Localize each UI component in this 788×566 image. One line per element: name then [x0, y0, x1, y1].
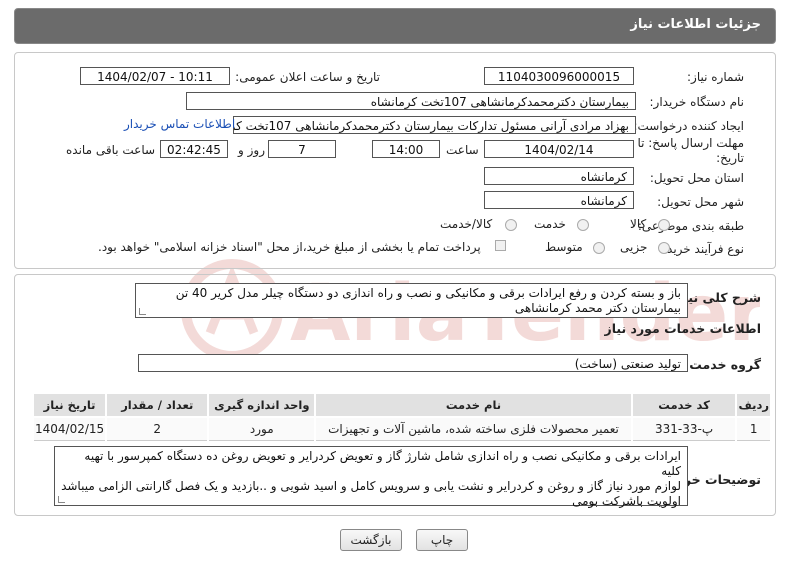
deadline-time-label: ساعت [446, 143, 479, 157]
services-table: ردیف کد خدمت نام خدمت واحد اندازه گیری ت… [31, 392, 772, 441]
category-label: طبقه بندی موضوعی: [637, 219, 744, 233]
buyer-notes-line: ایرادات برقی و مکانیکی نصب و راه اندازی … [84, 449, 681, 478]
back-button[interactable]: بازگشت [340, 529, 402, 551]
requester-label: ایجاد کننده درخواست: [633, 119, 744, 133]
need-number-field[interactable]: 1104030096000015 [484, 67, 634, 85]
need-date-cell: 1404/02/15 [31, 416, 108, 441]
resize-handle[interactable] [58, 496, 65, 503]
row-number-cell: 1 [735, 416, 772, 441]
col-date-header: تاریخ نیاز [31, 392, 108, 418]
treasury-payment-note: پرداخت تمام یا بخشی از مبلغ خرید،از محل … [98, 240, 481, 254]
service-group-field[interactable]: تولید صنعتی (ساخت) [138, 354, 688, 372]
col-qty-header: تعداد / مقدار [105, 392, 210, 418]
city-label: شهر محل تحویل: [657, 195, 744, 209]
page-header: جزئیات اطلاعات نیاز [14, 8, 776, 44]
unit-cell: مورد [207, 416, 317, 441]
process-label: نوع فرآیند خرید : [659, 242, 744, 256]
announce-datetime-field[interactable]: 1404/02/07 - 10:11 [80, 67, 230, 85]
category-option-goods: کالا [630, 217, 647, 231]
page-title: جزئیات اطلاعات نیاز [630, 17, 761, 32]
print-button[interactable]: چاپ [416, 529, 468, 551]
remaining-time-label: ساعت باقی مانده [66, 143, 156, 157]
requester-field[interactable]: بهزاد مرادی آرانی مسئول تدارکات بیمارستا… [233, 116, 636, 134]
service-name-cell: تعمیر محصولات فلزی ساخته شده، ماشین آلات… [314, 416, 633, 441]
need-number-label: شماره نیاز: [687, 70, 744, 84]
table-row[interactable]: 1 پ-33-331 تعمیر محصولات فلزی ساخته شده،… [31, 416, 772, 441]
service-code-cell: پ-33-331 [630, 416, 738, 441]
service-group-label: گروه خدمت: [684, 357, 761, 372]
summary-text: باز و بسته کردن و رفع ایرادات برقی و مکا… [175, 286, 681, 315]
col-row-header: ردیف [735, 392, 772, 418]
services-section-title: اطلاعات خدمات مورد نیاز [604, 321, 762, 336]
category-option-goods-service: کالا/خدمت [440, 217, 493, 231]
buyer-notes-textarea[interactable]: ایرادات برقی و مکانیکی نصب و راه اندازی … [54, 446, 688, 508]
buyer-org-field[interactable]: بیمارستان دکترمحمدکرمانشاهی 107تخت کرمان… [186, 92, 636, 110]
table-header-row: ردیف کد خدمت نام خدمت واحد اندازه گیری ت… [31, 392, 772, 418]
process-option-minor: جزیی [620, 240, 648, 254]
announce-datetime-label: تاریخ و ساعت اعلان عمومی: [235, 70, 380, 84]
province-field[interactable]: کرمانشاه [484, 167, 634, 185]
col-name-header: نام خدمت [314, 392, 633, 418]
category-radio-service[interactable] [577, 219, 589, 231]
quantity-cell: 2 [105, 416, 210, 441]
city-field[interactable]: کرمانشاه [484, 191, 634, 209]
category-option-service: خدمت [534, 217, 566, 231]
process-radio-medium[interactable] [593, 242, 605, 254]
col-unit-header: واحد اندازه گیری [207, 392, 317, 418]
summary-textarea[interactable]: باز و بسته کردن و رفع ایرادات برقی و مکا… [135, 283, 688, 318]
deadline-label-line1: مهلت ارسال پاسخ: تا [637, 136, 744, 150]
deadline-days-label: روز و [238, 143, 265, 157]
buyer-notes-line: اولویت باشرکت بومی [572, 494, 681, 508]
category-radio-goods[interactable] [658, 219, 670, 231]
deadline-label-line2: تاریخ: [716, 151, 744, 165]
resize-handle[interactable] [139, 308, 146, 315]
process-option-medium: متوسط [545, 240, 583, 254]
category-radio-goods-service[interactable] [505, 219, 517, 231]
buyer-notes-line: لوازم مورد نیاز گاز و روغن و کردرایر و ن… [61, 479, 681, 493]
process-radio-minor[interactable] [658, 242, 670, 254]
buyer-org-label: نام دستگاه خریدار: [649, 95, 745, 109]
deadline-date-field[interactable]: 1404/02/14 [484, 140, 634, 158]
col-code-header: کد خدمت [630, 392, 738, 418]
buyer-contact-link[interactable]: اطلاعات تماس خریدار [124, 117, 235, 131]
deadline-time-field[interactable]: 14:00 [372, 140, 440, 158]
treasury-payment-checkbox[interactable] [495, 240, 506, 251]
province-label: استان محل تحویل: [649, 171, 744, 185]
deadline-days-field[interactable]: 7 [268, 140, 336, 158]
remaining-time-field[interactable]: 02:42:45 [160, 140, 228, 158]
